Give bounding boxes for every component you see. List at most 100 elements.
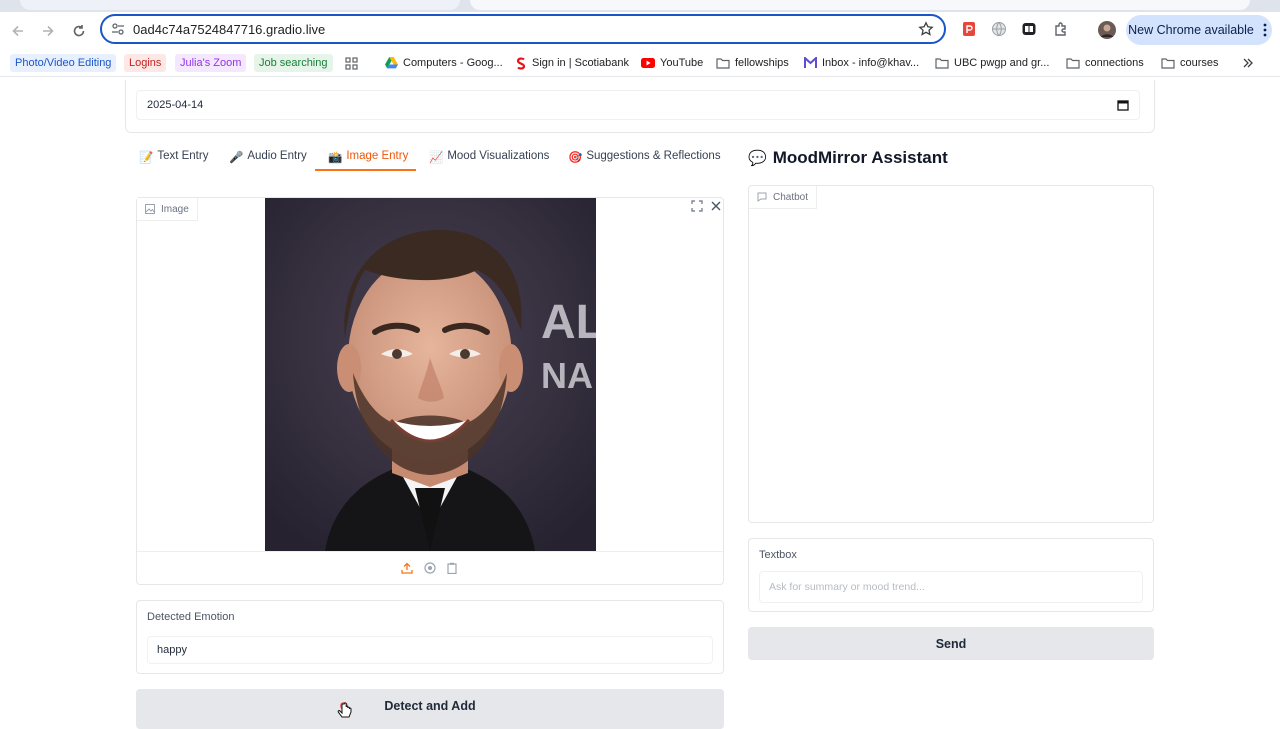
chart-icon: 📈 [429, 152, 444, 164]
clipboard-icon[interactable] [446, 562, 458, 574]
chatbot-component-label: Chatbot [749, 186, 818, 209]
bookmark-label: Sign in | Scotiabank [532, 57, 630, 69]
microphone-icon: 🎤 [229, 152, 244, 164]
update-chrome-label: New Chrome available [1128, 23, 1254, 37]
youtube-icon [641, 58, 655, 68]
image-source-toolbar [137, 551, 723, 585]
browser-tab[interactable] [20, 0, 460, 10]
url-text[interactable]: 0ad4c74a7524847716.gradio.live [133, 22, 325, 37]
textbox-label: Textbox [759, 549, 797, 561]
image-upload-panel: Image AL NA [136, 197, 724, 585]
folder-icon [935, 58, 949, 69]
tab-audio-entry[interactable]: 🎤 Audio Entry [229, 150, 307, 172]
bookmark-youtube[interactable]: YouTube [641, 54, 703, 72]
fullscreen-icon[interactable] [691, 200, 703, 212]
webcam-icon[interactable] [424, 562, 436, 574]
chat-icon [757, 192, 767, 202]
active-tab-indicator [315, 169, 416, 171]
hand-cursor-icon [337, 702, 352, 718]
detected-emotion-value: happy [157, 644, 187, 656]
reload-icon [73, 25, 85, 37]
bookmark-label: Inbox - info@khav... [822, 57, 920, 69]
target-icon: 🎯 [568, 152, 583, 164]
folder-icon [716, 58, 730, 69]
image-component-label: Image [137, 198, 198, 221]
bookmark-connections[interactable]: connections [1066, 54, 1144, 72]
chat-input[interactable] [759, 571, 1143, 603]
bookmark-fellowships[interactable]: fellowships [716, 54, 789, 72]
tab-text-entry[interactable]: 📝 Text Entry [139, 150, 208, 172]
site-settings-icon[interactable] [111, 22, 125, 36]
bookmark-label: Photo/Video Editing [15, 57, 112, 69]
pdf-extension-icon[interactable] [961, 21, 979, 39]
bookmark-group-job-searching[interactable]: Job searching [254, 54, 333, 72]
bookmark-star-icon[interactable] [918, 21, 934, 37]
assistant-title-text: MoodMirror Assistant [772, 148, 948, 167]
tab-label: Text Entry [157, 150, 209, 162]
entry-tabs: 📝 Text Entry 🎤 Audio Entry 📸 Image Entry… [136, 146, 726, 172]
bookmark-scotiabank[interactable]: Sign in | Scotiabank [515, 54, 629, 72]
apps-grid-icon[interactable] [345, 54, 358, 72]
bookmark-group-photo-video[interactable]: Photo/Video Editing [10, 54, 117, 72]
folder-icon [1161, 58, 1175, 69]
globe-extension-icon[interactable] [991, 21, 1009, 39]
tab-label: Audio Entry [247, 150, 307, 162]
bookmark-group-logins[interactable]: Logins [124, 54, 167, 72]
detected-emotion-field[interactable]: happy [147, 636, 713, 664]
chatbot-label-text: Chatbot [773, 191, 809, 203]
detect-and-add-button[interactable]: Detect and Add [136, 689, 724, 729]
more-bookmarks-chevron-icon[interactable] [1242, 54, 1254, 72]
uploaded-portrait-photo: AL NA [265, 198, 596, 551]
upload-icon[interactable] [401, 562, 413, 574]
back-button[interactable] [7, 20, 29, 42]
tab-strip [0, 0, 1280, 12]
bookmark-label: courses [1180, 57, 1219, 69]
svg-text:NA: NA [541, 355, 593, 396]
bookmark-label: Julia's Zoom [180, 57, 242, 69]
bookmark-label: YouTube [660, 57, 704, 69]
bookmark-label: fellowships [735, 57, 789, 69]
image-label-text: Image [161, 203, 189, 215]
detect-and-add-label: Detect and Add [384, 699, 476, 713]
update-chrome-button[interactable]: New Chrome available [1126, 15, 1272, 45]
assistant-heading: 💬 MoodMirror Assistant [748, 148, 948, 168]
close-icon[interactable] [710, 200, 722, 212]
bookmark-label: Job searching [259, 57, 328, 69]
tab-label: Mood Visualizations [447, 150, 550, 162]
tab-label: Suggestions & Reflections [586, 150, 721, 162]
browser-toolbar: 0ad4c74a7524847716.gradio.live New Chrom… [0, 12, 1280, 48]
bookmark-label: Logins [129, 57, 162, 69]
calendar-icon[interactable] [1117, 99, 1129, 111]
arrow-right-icon [43, 25, 54, 37]
detected-emotion-panel: Detected Emotion happy [136, 600, 724, 674]
image-icon [145, 204, 155, 214]
bookmark-inbox[interactable]: Inbox - info@khav... [804, 54, 919, 72]
bookmark-label: UBC pwgp and gr... [954, 57, 1050, 69]
meeting-extension-icon[interactable] [1021, 21, 1039, 39]
reload-button[interactable] [68, 20, 90, 42]
mail-icon [804, 57, 817, 68]
arrow-left-icon [12, 25, 23, 37]
date-value[interactable]: 2025-04-14 [147, 99, 203, 111]
date-input[interactable]: 2025-04-14 [136, 90, 1140, 120]
google-drive-icon [385, 57, 398, 69]
chatbot-panel[interactable]: Chatbot [748, 185, 1154, 523]
tab-suggestions-reflections[interactable]: 🎯 Suggestions & Reflections [568, 150, 721, 172]
detected-emotion-label: Detected Emotion [147, 611, 235, 623]
bookmark-courses[interactable]: courses [1161, 54, 1219, 72]
bookmark-ubc[interactable]: UBC pwgp and gr... [935, 54, 1049, 72]
folder-icon [1066, 58, 1080, 69]
bookmarks-bar: Photo/Video Editing Logins Julia's Zoom … [0, 50, 1280, 77]
more-vert-icon [1263, 23, 1267, 37]
profile-avatar[interactable] [1097, 20, 1117, 40]
bookmark-label: connections [1085, 57, 1144, 69]
address-bar[interactable]: 0ad4c74a7524847716.gradio.live [100, 14, 946, 44]
send-button[interactable]: Send [748, 627, 1154, 660]
tab-mood-visualizations[interactable]: 📈 Mood Visualizations [429, 150, 549, 172]
browser-tab-active[interactable] [470, 0, 1250, 10]
bookmark-group-julias-zoom[interactable]: Julia's Zoom [175, 54, 247, 72]
date-block: 2025-04-14 [125, 80, 1155, 133]
extensions-puzzle-icon[interactable] [1053, 21, 1071, 39]
bookmark-google-drive[interactable]: Computers - Goog... [385, 54, 503, 72]
forward-button[interactable] [37, 20, 59, 42]
